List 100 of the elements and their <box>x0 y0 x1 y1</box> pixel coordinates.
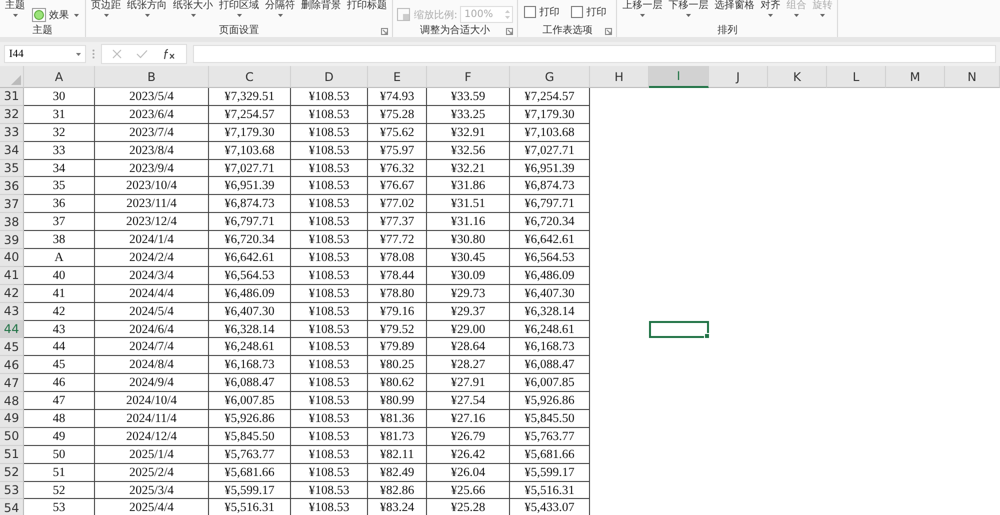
table-cell: ¥79.16 <box>368 302 427 321</box>
table-cell: 34 <box>24 160 95 178</box>
table-cell: 37 <box>24 213 95 232</box>
scale-icon <box>397 8 411 22</box>
ribbon-button[interactable]: 下移一层 <box>667 0 710 17</box>
table-cell: 2025/4/4 <box>95 499 209 515</box>
row-header[interactable]: 48 <box>0 392 24 410</box>
column-header[interactable]: G <box>510 66 590 88</box>
row-header[interactable]: 52 <box>0 464 24 482</box>
effects-button[interactable]: 效果 <box>30 8 81 22</box>
row-header[interactable]: 42 <box>0 284 24 303</box>
spin-up-icon[interactable] <box>505 10 510 13</box>
print-checkbox[interactable]: 打印 <box>571 5 606 19</box>
table-cell: 2023/8/4 <box>95 142 209 160</box>
table-cell: ¥5,845.50 <box>209 428 291 446</box>
column-header[interactable]: C <box>209 66 291 88</box>
row-header[interactable]: 51 <box>0 446 24 464</box>
table-cell: ¥77.72 <box>368 231 427 250</box>
column-header[interactable]: I <box>649 66 709 88</box>
row-header[interactable]: 35 <box>0 160 24 178</box>
table-cell: ¥32.91 <box>427 124 510 142</box>
table-cell: ¥5,845.50 <box>510 410 590 428</box>
row-header[interactable]: 53 <box>0 482 24 500</box>
column-header[interactable]: E <box>368 66 427 88</box>
row-header[interactable]: 46 <box>0 356 24 374</box>
row-header[interactable]: 43 <box>0 302 24 321</box>
table-cell: 2025/2/4 <box>95 464 209 482</box>
ribbon-button[interactable]: 页边距 <box>90 0 122 17</box>
table-cell: ¥108.53 <box>291 338 368 356</box>
table-cell: ¥80.99 <box>368 392 427 410</box>
table-cell: 2023/9/4 <box>95 160 209 178</box>
table-cell: ¥28.64 <box>427 338 510 356</box>
column-header[interactable]: D <box>291 66 368 88</box>
row-header[interactable]: 36 <box>0 177 24 196</box>
table-cell: ¥5,926.86 <box>209 410 291 428</box>
row-header[interactable]: 33 <box>0 124 24 142</box>
table-cell: 2024/10/4 <box>95 392 209 410</box>
table-cell: ¥5,681.66 <box>510 446 590 464</box>
selected-cell[interactable] <box>649 320 709 338</box>
dialog-launcher-icon[interactable] <box>381 28 388 35</box>
table-cell: ¥5,926.86 <box>510 392 590 410</box>
table-cell: ¥5,599.17 <box>510 464 590 482</box>
table-cell: 47 <box>24 392 95 410</box>
column-header[interactable]: H <box>590 66 649 88</box>
row-header[interactable]: 44 <box>0 320 24 338</box>
dialog-launcher-icon[interactable] <box>605 28 612 35</box>
column-header[interactable]: L <box>827 66 886 88</box>
cancel-icon[interactable] <box>112 49 122 59</box>
print-checkbox[interactable]: 打印 <box>524 5 560 19</box>
ribbon-button[interactable]: 上移一层 <box>621 0 664 17</box>
row-header[interactable]: 54 <box>0 499 24 515</box>
row-header[interactable]: 49 <box>0 410 24 428</box>
column-header[interactable]: M <box>886 66 945 88</box>
table-cell: ¥108.53 <box>291 284 368 303</box>
table-cell: ¥6,874.73 <box>209 195 291 214</box>
spin-down-icon[interactable] <box>505 16 510 19</box>
scale-value: 100% <box>464 9 493 20</box>
column-header[interactable]: B <box>95 66 209 88</box>
dialog-launcher-icon[interactable] <box>506 28 514 35</box>
table-cell: 44 <box>24 338 95 356</box>
column-header[interactable]: F <box>427 66 510 88</box>
name-box[interactable]: I44 <box>4 45 86 63</box>
ribbon-button[interactable]: 分隔符 <box>264 0 296 17</box>
table-cell: ¥28.27 <box>427 356 510 374</box>
table-cell: ¥32.21 <box>427 160 510 178</box>
ribbon-button[interactable]: 纸张大小 <box>172 0 214 17</box>
row-header[interactable]: 47 <box>0 374 24 392</box>
row-header[interactable]: 41 <box>0 266 24 285</box>
table-cell: 49 <box>24 428 95 446</box>
table-cell: 2025/3/4 <box>95 482 209 500</box>
row-header[interactable]: 39 <box>0 231 24 250</box>
function-icon[interactable] <box>162 48 176 60</box>
ribbon-button[interactable]: 打印标题 <box>346 0 388 11</box>
row-header[interactable]: 50 <box>0 428 24 446</box>
row-header[interactable]: 34 <box>0 142 24 160</box>
ribbon-button[interactable]: 删除背景 <box>300 0 342 11</box>
ribbon-button[interactable]: 打印区域 <box>218 0 260 17</box>
row-header[interactable]: 45 <box>0 338 24 356</box>
table-cell: 2024/1/4 <box>95 231 209 250</box>
table-cell: 2024/7/4 <box>95 338 209 356</box>
column-header[interactable]: J <box>709 66 768 88</box>
column-header[interactable]: A <box>24 66 95 88</box>
select-all-icon[interactable] <box>11 75 21 85</box>
table-cell: 2024/12/4 <box>95 428 209 446</box>
row-header[interactable]: 31 <box>0 88 24 106</box>
table-cell: ¥6,720.34 <box>510 213 590 232</box>
row-header[interactable]: 37 <box>0 195 24 214</box>
table-cell: ¥7,179.30 <box>209 124 291 142</box>
table-cell: ¥82.11 <box>368 446 427 464</box>
table-cell: ¥7,103.68 <box>510 124 590 142</box>
formula-field[interactable] <box>193 45 996 63</box>
table-cell: ¥7,329.51 <box>209 88 291 106</box>
column-header[interactable]: K <box>768 66 827 88</box>
row-header[interactable]: 38 <box>0 213 24 232</box>
check-icon[interactable] <box>136 49 148 59</box>
table-cell: ¥6,168.73 <box>209 356 291 374</box>
column-header[interactable]: N <box>945 66 1000 88</box>
row-header[interactable]: 32 <box>0 106 24 124</box>
table-cell: ¥108.53 <box>291 356 368 374</box>
row-header[interactable]: 40 <box>0 249 24 267</box>
